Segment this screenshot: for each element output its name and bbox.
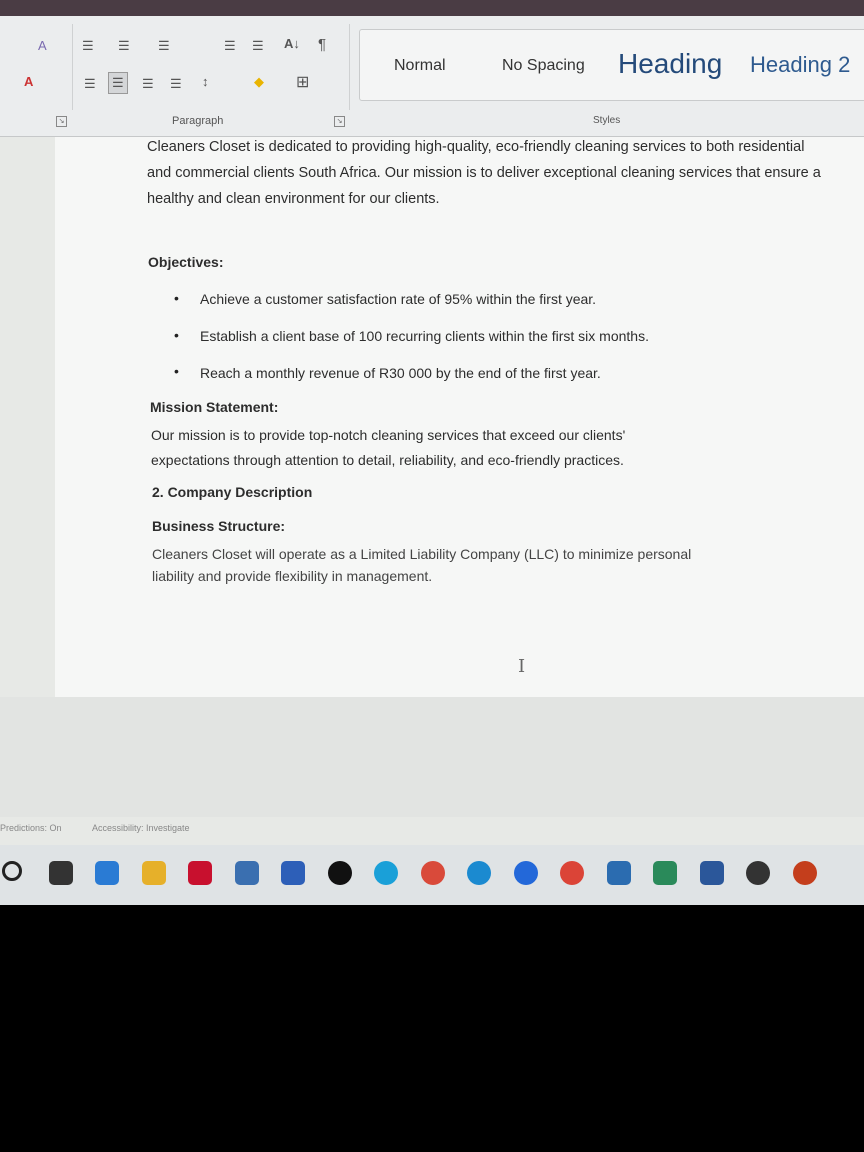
- taskbar: [0, 845, 864, 905]
- word-icon[interactable]: [699, 861, 724, 885]
- objectives-heading: Objectives:: [148, 254, 224, 270]
- ribbon-separator: [72, 24, 73, 110]
- sort-icon[interactable]: A↓: [284, 36, 300, 51]
- widgets-icon[interactable]: [95, 861, 119, 885]
- bullet-icon: •: [174, 327, 179, 343]
- powerpoint-icon[interactable]: [792, 861, 817, 885]
- screen: A A ↘ ☰ ☰ ☰ ☰ ☰ A↓ ¶ ☰ ☰ ☰ ☰ ↕ ◆ ⊞ Parag…: [0, 0, 864, 905]
- style-normal[interactable]: Normal: [394, 57, 446, 75]
- text-effects-icon[interactable]: A: [38, 38, 47, 53]
- paragraph-dialog-launcher[interactable]: ↘: [334, 116, 345, 127]
- lightroom-icon[interactable]: [281, 861, 305, 885]
- text-cursor: I: [518, 656, 526, 677]
- align-left-icon[interactable]: ☰: [84, 76, 96, 92]
- style-heading-1[interactable]: Heading: [618, 48, 722, 80]
- numbering-icon[interactable]: ☰: [118, 38, 130, 54]
- task-view-icon[interactable]: [48, 861, 73, 885]
- font-dialog-launcher[interactable]: ↘: [56, 116, 67, 127]
- align-right-icon[interactable]: ☰: [142, 76, 154, 92]
- intro-paragraph: Cleaners Closet is dedicated to providin…: [147, 139, 821, 207]
- borders-icon[interactable]: ⊞: [296, 72, 309, 92]
- accessibility-status[interactable]: Accessibility: Investigate: [92, 823, 190, 833]
- ribbon-tabs-bar: [0, 0, 864, 16]
- word-doc-icon[interactable]: [653, 861, 677, 885]
- status-bar: Predictions: On Accessibility: Investiga…: [0, 820, 864, 840]
- shading-icon[interactable]: ◆: [254, 74, 264, 90]
- section-2-heading: 2. Company Description: [152, 484, 313, 500]
- messenger-icon[interactable]: [513, 861, 538, 885]
- style-no-spacing[interactable]: No Spacing: [502, 57, 585, 75]
- style-heading-2[interactable]: Heading 2: [750, 52, 850, 78]
- search-icon[interactable]: [2, 861, 22, 881]
- store-icon[interactable]: [234, 861, 259, 885]
- bullets-icon[interactable]: ☰: [82, 38, 94, 54]
- photos-icon[interactable]: [467, 861, 491, 885]
- mail-icon[interactable]: [606, 861, 631, 885]
- structure-line-2: liability and provide flexibility in man…: [152, 568, 433, 584]
- file-explorer-icon[interactable]: [141, 861, 166, 885]
- mcafee-icon[interactable]: [188, 861, 212, 885]
- chrome-icon[interactable]: [420, 861, 445, 885]
- objective-item: Reach a monthly revenue of R30 000 by th…: [200, 365, 601, 381]
- line-spacing-icon[interactable]: ↕: [202, 74, 209, 89]
- multilevel-list-icon[interactable]: ☰: [158, 38, 170, 54]
- mission-line-1: Our mission is to provide top-notch clea…: [151, 427, 626, 443]
- structure-heading: Business Structure:: [152, 518, 286, 534]
- media-player-icon[interactable]: [746, 861, 770, 885]
- objective-item: Establish a client base of 100 recurring…: [200, 328, 649, 344]
- chrome-alt-icon[interactable]: [560, 861, 584, 885]
- styles-group-label: Styles: [593, 115, 621, 126]
- font-color-icon[interactable]: A: [24, 74, 33, 89]
- mission-heading: Mission Statement:: [150, 399, 279, 415]
- justify-icon[interactable]: ☰: [170, 76, 182, 92]
- ribbon: A A ↘ ☰ ☰ ☰ ☰ ☰ A↓ ¶ ☰ ☰ ☰ ☰ ↕ ◆ ⊞ Parag…: [0, 16, 864, 137]
- bullet-icon: •: [174, 290, 179, 306]
- increase-indent-icon[interactable]: ☰: [252, 38, 264, 54]
- paragraph-group-label: Paragraph: [172, 115, 224, 127]
- styles-gallery: Normal No Spacing Heading Heading 2: [359, 29, 864, 101]
- decrease-indent-icon[interactable]: ☰: [224, 38, 236, 54]
- tiktok-icon[interactable]: [327, 861, 352, 885]
- bullet-icon: •: [174, 363, 179, 379]
- pilcrow-icon[interactable]: ¶: [318, 36, 326, 53]
- objective-item: Achieve a customer satisfaction rate of …: [200, 291, 597, 307]
- align-center-icon[interactable]: ☰: [108, 72, 128, 94]
- document-canvas-background: [0, 697, 864, 817]
- edge-icon[interactable]: [374, 861, 398, 885]
- mission-line-2: expectations through attention to detail…: [151, 452, 624, 468]
- predictions-status[interactable]: Predictions: On: [0, 823, 62, 833]
- ribbon-separator: [349, 24, 350, 110]
